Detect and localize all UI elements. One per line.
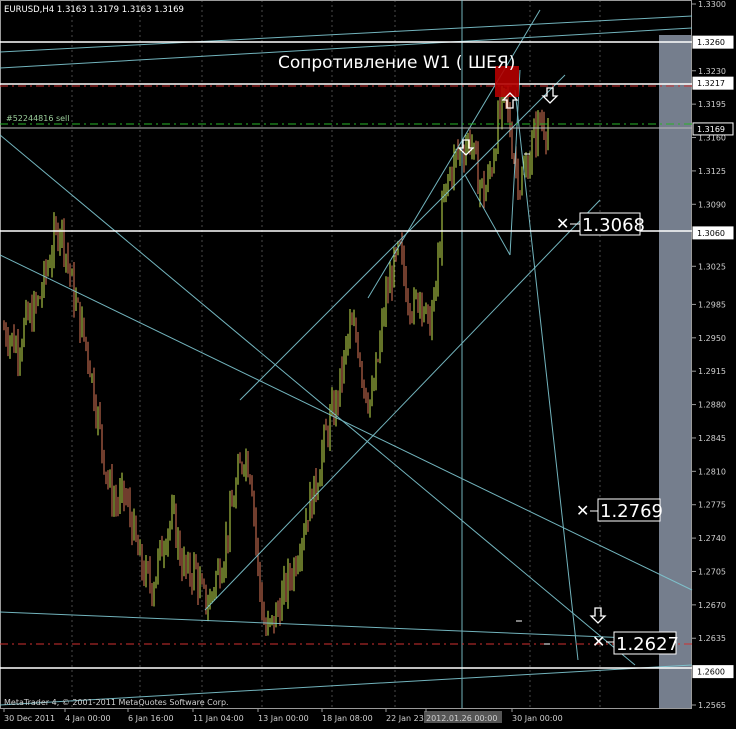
target-cross-icon: ✕ [592,632,605,651]
y-tick-label: 1.2845 [698,434,726,443]
y-tick-label: 1.2775 [698,501,726,510]
x-tick-label: 11 Jan 04:00 [193,714,244,723]
x-tick-label: 2012.01.26 00:00 [426,714,497,723]
y-tick-label: 1.3230 [698,67,726,76]
y-tick-label: 1.2880 [698,401,726,410]
future-shaded-area [659,35,692,708]
x-tick-label: 30 Jan 00:00 [512,714,563,723]
y-tick-label: 1.2705 [698,567,726,576]
target-value: 1.2627 [616,634,679,655]
price-tag-label: 1.3260 [697,38,725,47]
y-tick-label: 1.3125 [698,167,726,176]
price-tag-label: 1.3217 [697,79,725,88]
y-tick-label: 1.3300 [698,0,726,9]
target-cross-icon: ✕ [556,214,569,233]
eurusd-h4-chart[interactable]: Сопротивление W1 ( ШЕЯ) #52244816 sell ✕… [0,0,736,729]
target-value: 1.3068 [582,215,645,236]
price-tag-label: 1.3060 [697,229,725,238]
y-tick-label: 1.2740 [698,534,726,543]
y-tick-label: 1.2565 [698,701,726,710]
y-tick-label: 1.3090 [698,200,726,209]
symbol-header: EURUSD,H4 1.3163 1.3179 1.3163 1.3169 [4,5,184,15]
y-tick-label: 1.2635 [698,634,726,643]
y-tick-label: 1.2915 [698,367,726,376]
y-tick-label: 1.2670 [698,601,726,610]
x-tick-label: 13 Jan 00:00 [258,714,309,723]
price-tag-label: 1.2600 [697,668,725,677]
price-tag-label: 1.3169 [697,125,725,134]
x-tick-label: 4 Jan 00:00 [65,714,111,723]
chart-background [0,0,736,729]
target-label-1-3068: ✕ 1.3068 [556,212,645,236]
y-tick-label: 1.2985 [698,300,726,309]
y-tick-label: 1.2950 [698,334,726,343]
y-tick-label: 1.3195 [698,100,726,109]
target-value: 1.2769 [600,501,663,522]
y-tick-label: 1.2810 [698,467,726,476]
x-tick-label: 30 Dec 2011 [4,714,55,723]
sell-order-label: #52244816 sell [6,114,70,123]
x-tick-label: 18 Jan 08:00 [322,714,373,723]
x-tick-label: 6 Jan 16:00 [128,714,174,723]
y-tick-label: 1.3025 [698,262,726,271]
copyright-footer: MetaTrader 4, © 2001-2011 MetaQuotes Sof… [4,698,229,707]
target-cross-icon: ✕ [576,501,589,520]
target-label-1-2769: ✕ 1.2769 [576,498,663,522]
resistance-title: Сопротивление W1 ( ШЕЯ) [278,53,515,73]
